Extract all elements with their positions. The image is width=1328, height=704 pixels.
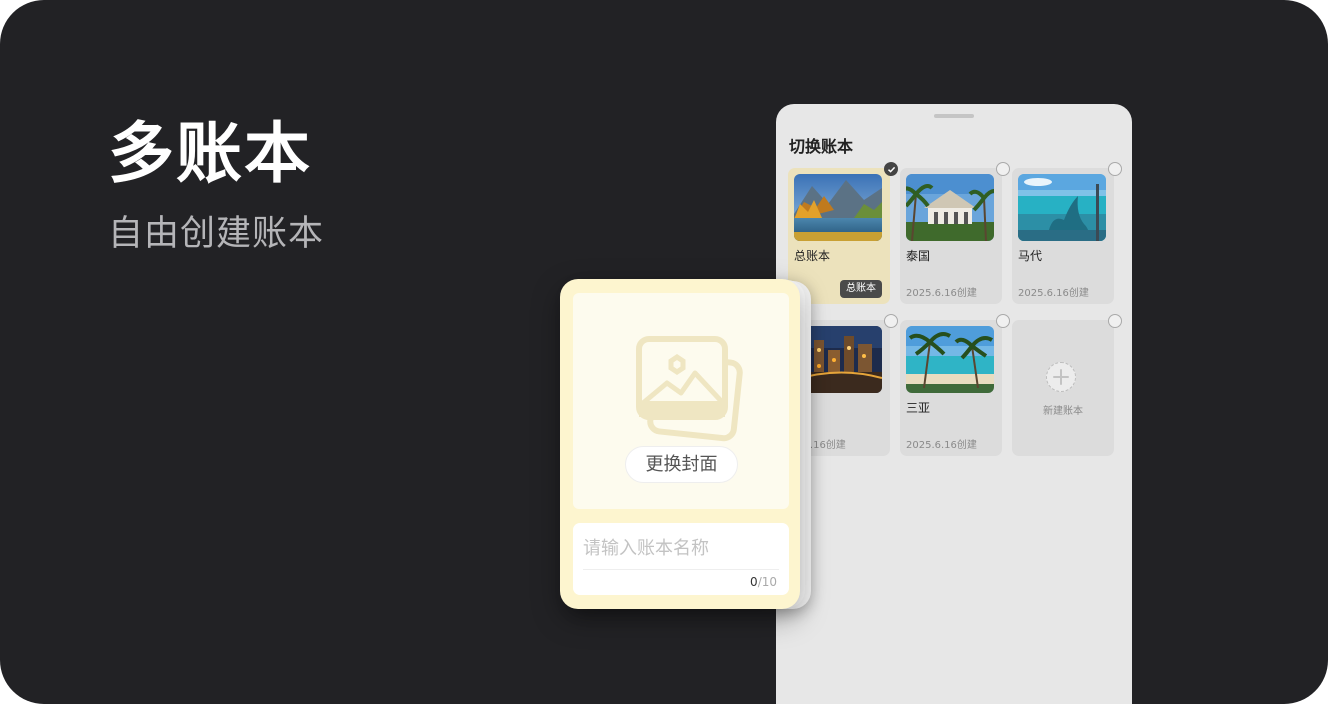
- book-cover-image: [906, 326, 994, 393]
- book-card-maldives[interactable]: 马代 2025.6.16创建: [1012, 162, 1122, 304]
- book-created-date: 2025.6.16创建: [1018, 288, 1089, 299]
- book-cover-image: [794, 174, 882, 241]
- create-book-popup: 更换封面 0/10: [560, 279, 800, 609]
- book-select-radio[interactable]: [884, 314, 898, 328]
- input-divider: [583, 569, 779, 570]
- book-card-sanya[interactable]: 三亚 2025.6.16创建: [900, 314, 1010, 456]
- hero-subtitle: 自由创建账本: [108, 214, 325, 254]
- book-name: 马代: [1018, 249, 1043, 263]
- book-name: 三亚: [906, 401, 931, 415]
- char-counter-current: 0: [750, 575, 758, 589]
- book-name: 总账本: [794, 249, 831, 263]
- book-select-radio[interactable]: [1108, 162, 1122, 176]
- book-created-date: 2025.6.16创建: [906, 440, 977, 451]
- promo-canvas: 多账本 自由创建账本 切换账本 总账本 总账本 泰国 2025.6.16创建 马…: [0, 0, 1328, 704]
- char-counter-max: /10: [757, 575, 777, 589]
- book-select-radio[interactable]: [1108, 314, 1122, 328]
- book-cover-image: [906, 174, 994, 241]
- book-select-radio[interactable]: [884, 162, 898, 176]
- book-created-date: 2025.6.16创建: [906, 288, 977, 299]
- cover-placeholder[interactable]: 更换封面: [573, 293, 789, 509]
- switch-book-sheet: 切换账本 总账本 总账本 泰国 2025.6.16创建 马代 2025.6.16…: [776, 104, 1132, 704]
- sheet-grabber[interactable]: [934, 114, 974, 118]
- char-counter: 0/10: [750, 575, 777, 589]
- plus-icon: [1046, 362, 1076, 392]
- change-cover-button[interactable]: 更换封面: [625, 446, 738, 483]
- book-name-field-box: 0/10: [573, 523, 789, 595]
- book-cover-image: [1018, 174, 1106, 241]
- book-select-radio[interactable]: [996, 314, 1010, 328]
- image-placeholder-icon: [636, 336, 743, 442]
- sheet-title: 切换账本: [789, 137, 854, 156]
- new-book-label: 新建账本: [1043, 406, 1083, 417]
- book-name: 泰国: [906, 249, 931, 263]
- check-icon: [887, 166, 896, 173]
- hero-title: 多账本: [108, 115, 312, 192]
- book-select-radio[interactable]: [996, 162, 1010, 176]
- main-book-badge: 总账本: [840, 280, 882, 298]
- book-card-thailand[interactable]: 泰国 2025.6.16创建: [900, 162, 1010, 304]
- new-book-card[interactable]: 新建账本: [1012, 314, 1122, 456]
- book-name-input[interactable]: [583, 533, 779, 563]
